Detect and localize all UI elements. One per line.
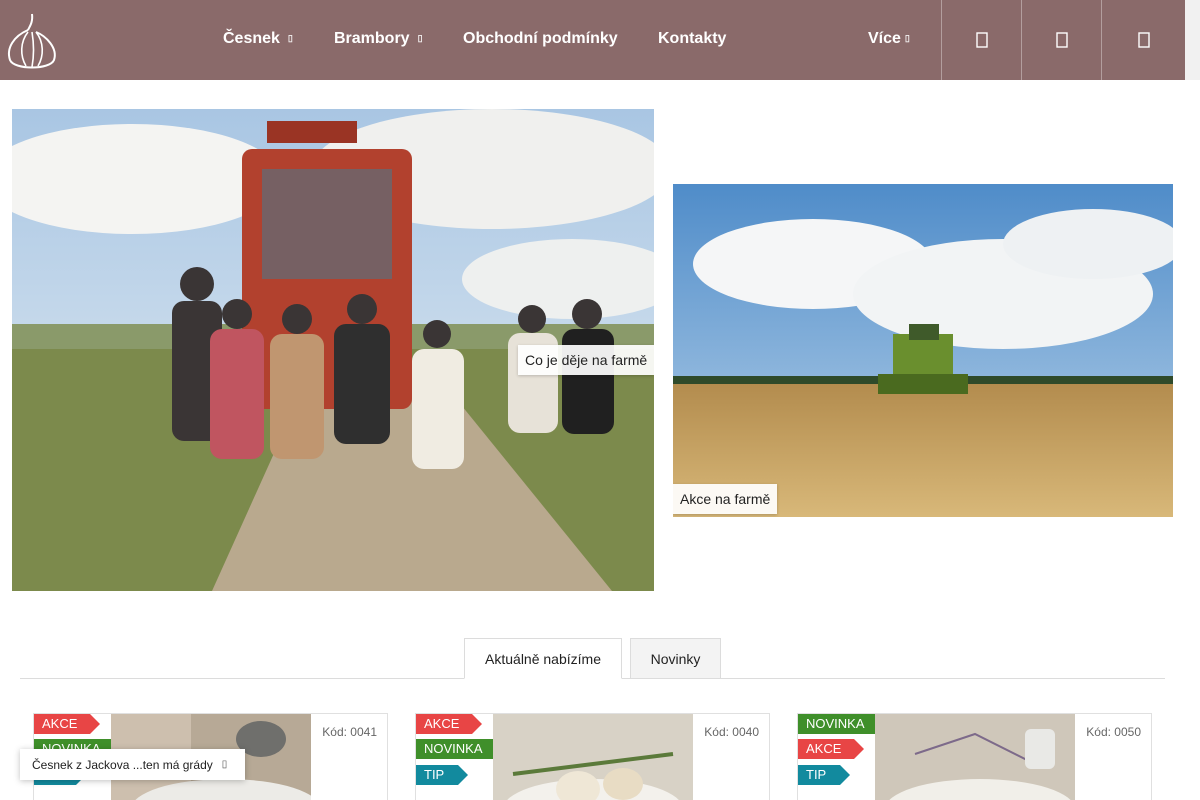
product-card[interactable]: NOVINKA AKCE TIP Kód: 0050: [797, 713, 1152, 800]
tab-aktualne-nabizime[interactable]: Aktuálně nabízíme: [464, 638, 622, 679]
product-image[interactable]: [875, 714, 1075, 800]
flag-tip: TIP: [798, 765, 850, 785]
product-code: Kód: 0040: [704, 725, 759, 739]
search-button[interactable]: [941, 0, 1021, 80]
user-button[interactable]: [1021, 0, 1101, 80]
tab-label: Novinky: [650, 650, 701, 667]
flag-tip: TIP: [416, 765, 468, 785]
flag-akce: AKCE: [798, 739, 864, 759]
flag-akce: AKCE: [416, 714, 482, 734]
nav-obchodni-podminky[interactable]: Obchodní podmínky: [463, 30, 618, 48]
nav-vice[interactable]: Více ▯: [868, 30, 910, 48]
product-card[interactable]: AKCE NOVINKA TIP Kód: 0040: [415, 713, 770, 800]
flag-novinka: NOVINKA: [416, 739, 506, 759]
site-notice-toast[interactable]: Česnek z Jackova ...ten má grády ▯: [20, 749, 245, 780]
tab-novinky[interactable]: Novinky: [630, 638, 721, 679]
flag-akce: AKCE: [34, 714, 100, 734]
chevron-down-icon: ▯: [287, 33, 293, 44]
nav-obchodni-podminky-label: Obchodní podmínky: [463, 30, 618, 47]
nav-cesnek[interactable]: Česnek ▯: [223, 30, 293, 48]
banner-farm-events[interactable]: Akce na farmě: [673, 184, 1173, 517]
product-code: Kód: 0041: [322, 725, 377, 739]
nav-cesnek-label: Česnek: [223, 30, 280, 47]
search-icon: [975, 32, 988, 48]
banner-farm-events-image: [673, 184, 1173, 517]
banner-farm-news[interactable]: Co je děje na farmě: [12, 109, 654, 591]
nav-brambory[interactable]: Brambory ▯: [334, 30, 423, 48]
close-icon[interactable]: ▯: [222, 759, 228, 770]
nav-kontakty-label: Kontakty: [658, 30, 727, 47]
banner-farm-events-label[interactable]: Akce na farmě: [673, 484, 778, 514]
toast-text: Česnek z Jackova ...ten má grády: [32, 757, 213, 772]
nav-vice-label: Více: [868, 30, 901, 47]
flag-novinka: NOVINKA: [798, 714, 888, 734]
product-code: Kód: 0050: [1086, 725, 1141, 739]
scrollbar-track[interactable]: [1185, 0, 1200, 80]
nav-kontakty[interactable]: Kontakty: [658, 30, 726, 48]
nav-brambory-label: Brambory: [334, 30, 410, 47]
cart-button[interactable]: [1101, 0, 1185, 80]
cart-icon: [1137, 32, 1150, 48]
tab-label: Aktuálně nabízíme: [485, 650, 601, 667]
user-icon: [1055, 32, 1068, 48]
banner-farm-news-label[interactable]: Co je děje na farmě: [518, 345, 654, 375]
garlic-logo-icon[interactable]: [2, 12, 62, 72]
site-header: Česnek ▯ Brambory ▯ Obchodní podmínky Kont…: [0, 0, 1185, 80]
chevron-down-icon: ▯: [417, 33, 423, 44]
product-image[interactable]: [493, 714, 693, 800]
chevron-down-icon: ▯: [904, 33, 910, 44]
